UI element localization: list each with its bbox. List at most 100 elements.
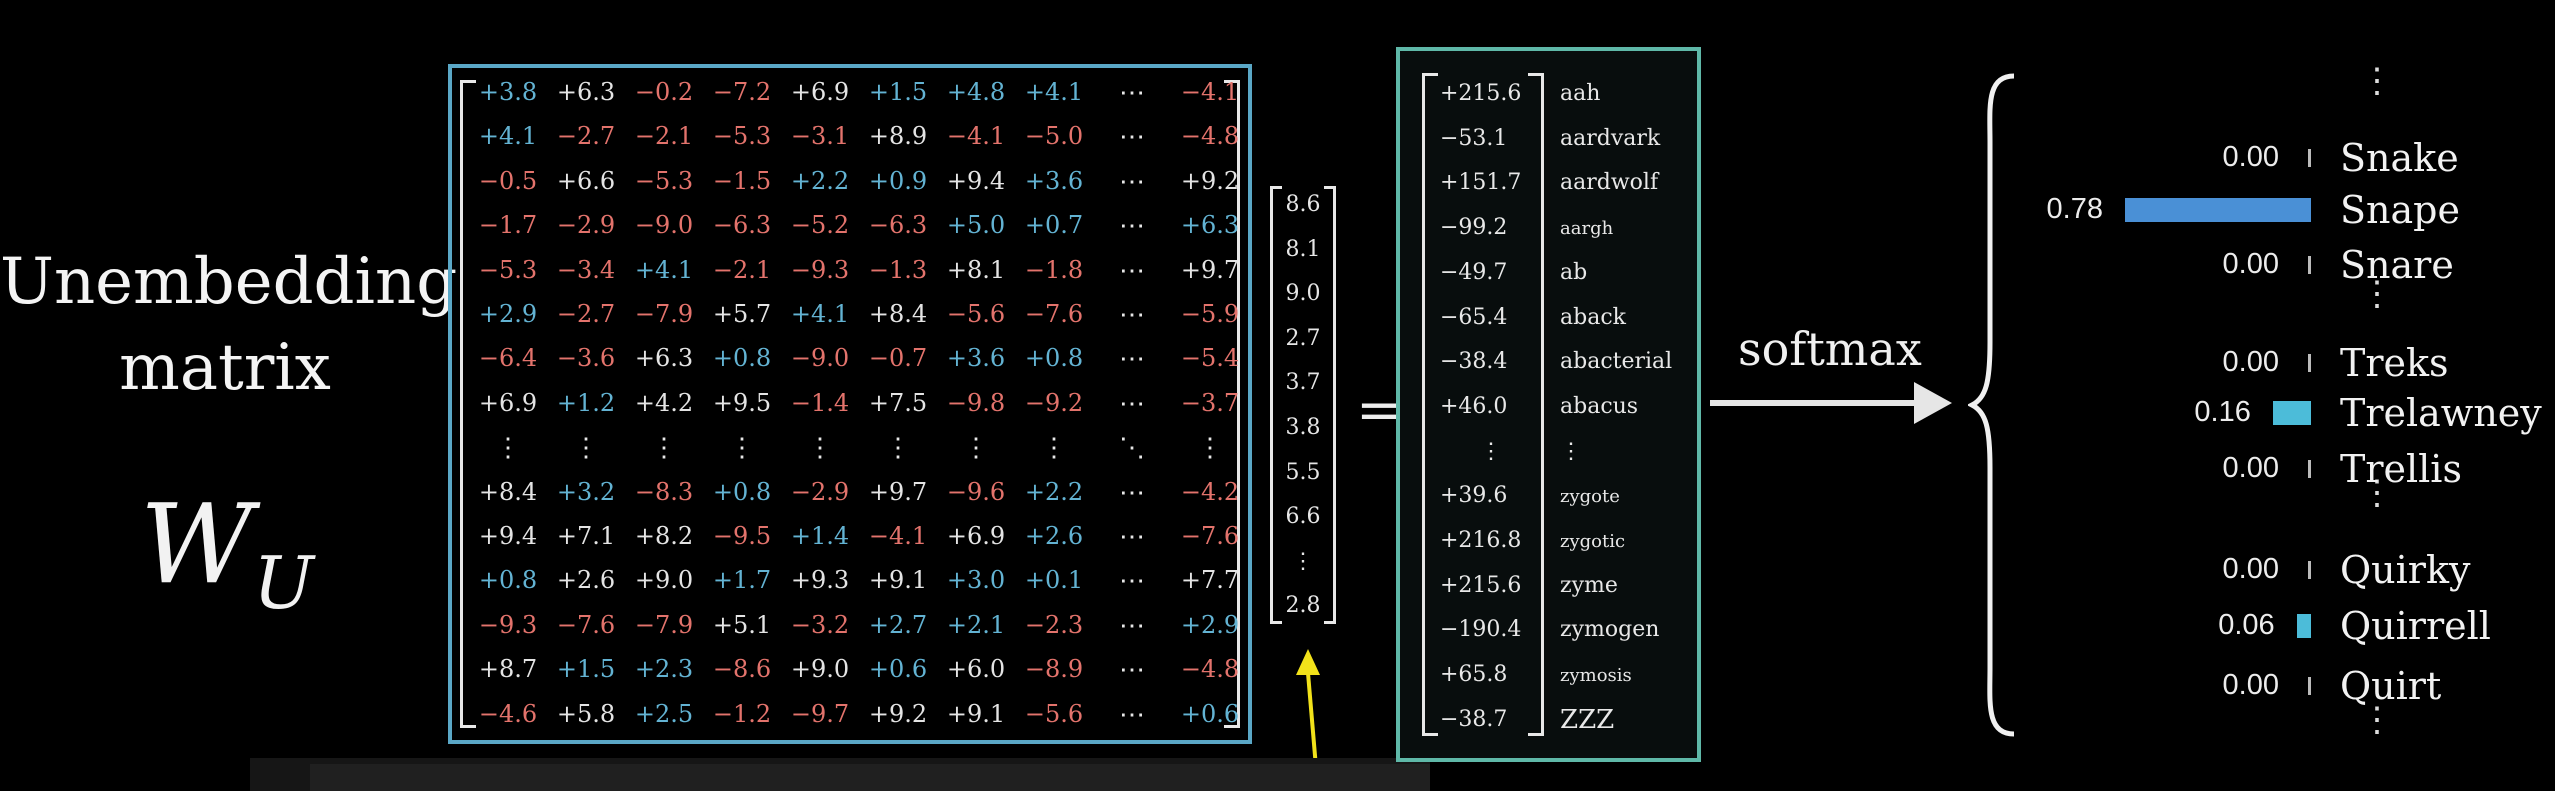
matrix-cell: +8.1: [946, 255, 1006, 284]
probability-bar: [2296, 614, 2311, 638]
matrix-cell: +7.7: [1180, 566, 1240, 595]
matrix-cell: ⋮: [495, 433, 521, 464]
vector-cell: 6.6: [1285, 504, 1321, 530]
logit-word: ZZZ: [1560, 704, 1615, 735]
matrix-cell: −9.6: [946, 477, 1006, 506]
input-vector: 8.6 8.1 9.0 2.7 3.7 3.8 5.5 6.6 ⋮ 2.8: [1270, 186, 1336, 624]
matrix-cell: −8.6: [712, 655, 772, 684]
matrix-cell: −2.7: [556, 300, 616, 328]
matrix-cell: ⋯: [1119, 344, 1145, 375]
matrix-cell: ⋯: [1119, 610, 1145, 641]
matrix-cell: +0.8: [478, 566, 538, 595]
matrix-cell: +2.6: [556, 566, 616, 595]
logit-value: −99.2: [1440, 215, 1508, 241]
logit-word: aah: [1560, 81, 1601, 106]
logit-value: ⋮: [1480, 438, 1502, 464]
softmax-label: softmax: [1738, 322, 1922, 376]
matrix-cell: −5.3: [478, 255, 538, 284]
token-label: Quirky: [2340, 548, 2471, 592]
vector-cell: 8.6: [1285, 192, 1321, 217]
matrix-cell: ⋮: [1041, 433, 1067, 464]
matrix-cell: +4.1: [790, 300, 850, 328]
matrix-cell: +2.3: [634, 655, 694, 684]
matrix-cell: −6.4: [478, 344, 538, 373]
matrix-cell: ⋯: [1119, 211, 1145, 242]
matrix-cell: −7.9: [634, 300, 694, 328]
logit-word: ⋮: [1560, 438, 1582, 464]
vector-cell: ⋮: [1292, 548, 1314, 574]
matrix-cell: +0.6: [868, 655, 928, 684]
matrix-cell: +4.1: [634, 255, 694, 284]
logit-word: abacus: [1560, 393, 1639, 419]
matrix-cell: +9.2: [1180, 166, 1240, 195]
probability-bar: [2308, 354, 2311, 372]
matrix-cell: ⋱: [1119, 433, 1145, 464]
matrix-cell: −0.2: [634, 78, 694, 106]
matrix-cell: −1.8: [1024, 255, 1084, 284]
matrix-cell: +9.0: [790, 655, 850, 684]
matrix-cell: ⋯: [1119, 300, 1145, 330]
matrix-cell: +0.1: [1024, 566, 1084, 595]
probability-bar: [2272, 401, 2311, 425]
vector-cell: 8.1: [1285, 236, 1321, 262]
matrix-cell: −5.9: [1180, 300, 1240, 328]
probability-value: 0.00: [2222, 669, 2279, 701]
matrix-cell: +0.7: [1024, 211, 1084, 240]
matrix-cell: +0.9: [868, 166, 928, 195]
matrix-cell: −6.3: [868, 211, 928, 240]
matrix-cell: +2.6: [1024, 522, 1084, 550]
matrix-cell: +0.8: [712, 344, 772, 373]
probability-value: 0.78: [2046, 193, 2103, 225]
logit-value: +151.7: [1440, 170, 1522, 196]
logit-value: −53.1: [1440, 125, 1508, 151]
matrix-cell: −1.5: [712, 166, 772, 195]
floor-shadow-inner: [310, 764, 1430, 791]
matrix-cell: −5.2: [790, 211, 850, 240]
token-label: Snape: [2340, 188, 2460, 232]
logit-word: aardwolf: [1560, 170, 1659, 196]
matrix-cell: ⋯: [1119, 477, 1145, 508]
unembedding-matrix-box: +3.8 +6.3 −0.2 −7.2 +6.9 +1.5 +4.8 +4.1 ⋯ −4.1 +4.…: [448, 64, 1252, 744]
matrix-cell: +6.9: [946, 522, 1006, 550]
ellipsis: ⋮: [2360, 61, 2394, 101]
matrix-cell: +6.6: [556, 166, 616, 195]
matrix-cell: +2.7: [868, 610, 928, 639]
probability-bar: [2308, 677, 2311, 695]
probability-bar: [2308, 149, 2311, 167]
logit-value: +46.0: [1440, 393, 1508, 419]
matrix-cell: −2.9: [556, 211, 616, 240]
matrix-cell: +4.1: [478, 122, 538, 151]
matrix-cell: ⋮: [729, 433, 755, 464]
logit-value: −190.4: [1440, 617, 1522, 643]
matrix-cell: −9.2: [1024, 388, 1084, 417]
matrix-cell: ⋮: [573, 433, 599, 464]
matrix-cell: +0.8: [712, 477, 772, 506]
logit-word: abacterial: [1560, 349, 1673, 375]
probability-bar: [2308, 561, 2311, 579]
matrix-cell: +9.4: [946, 166, 1006, 195]
softmax-arrow: [1710, 382, 1952, 424]
matrix-cell: −4.1: [946, 122, 1006, 151]
probability-value: 0.00: [2222, 553, 2279, 585]
probability-value: 0.00: [2222, 452, 2279, 484]
matrix-cell: +9.5: [712, 388, 772, 417]
matrix-cell: +4.2: [634, 388, 694, 417]
logit-value: −38.7: [1440, 706, 1508, 732]
matrix-cell: −9.3: [478, 610, 538, 639]
matrix-cell: −0.7: [868, 344, 928, 373]
matrix-cell: −9.5: [712, 522, 772, 550]
token-label: Snake: [2340, 136, 2459, 180]
matrix-cell: +6.3: [634, 344, 694, 373]
matrix-cell: −7.6: [556, 610, 616, 639]
logit-word: zygote: [1560, 486, 1620, 508]
probability-value: 0.00: [2222, 141, 2279, 173]
matrix-cell: −7.9: [634, 610, 694, 639]
matrix-cell: +8.2: [634, 522, 694, 550]
probability-value: 0.00: [2222, 248, 2279, 280]
matrix-cell: −5.6: [946, 300, 1006, 328]
matrix-cell: ⋮: [807, 433, 833, 464]
logit-word: aardvark: [1560, 125, 1661, 151]
logits-box: +215.6 aah −53.1 aardvark +151.7 aardwolf −99.…: [1396, 47, 1701, 762]
matrix-cell: −1.7: [478, 211, 538, 240]
matrix-cell: −6.3: [712, 211, 772, 240]
